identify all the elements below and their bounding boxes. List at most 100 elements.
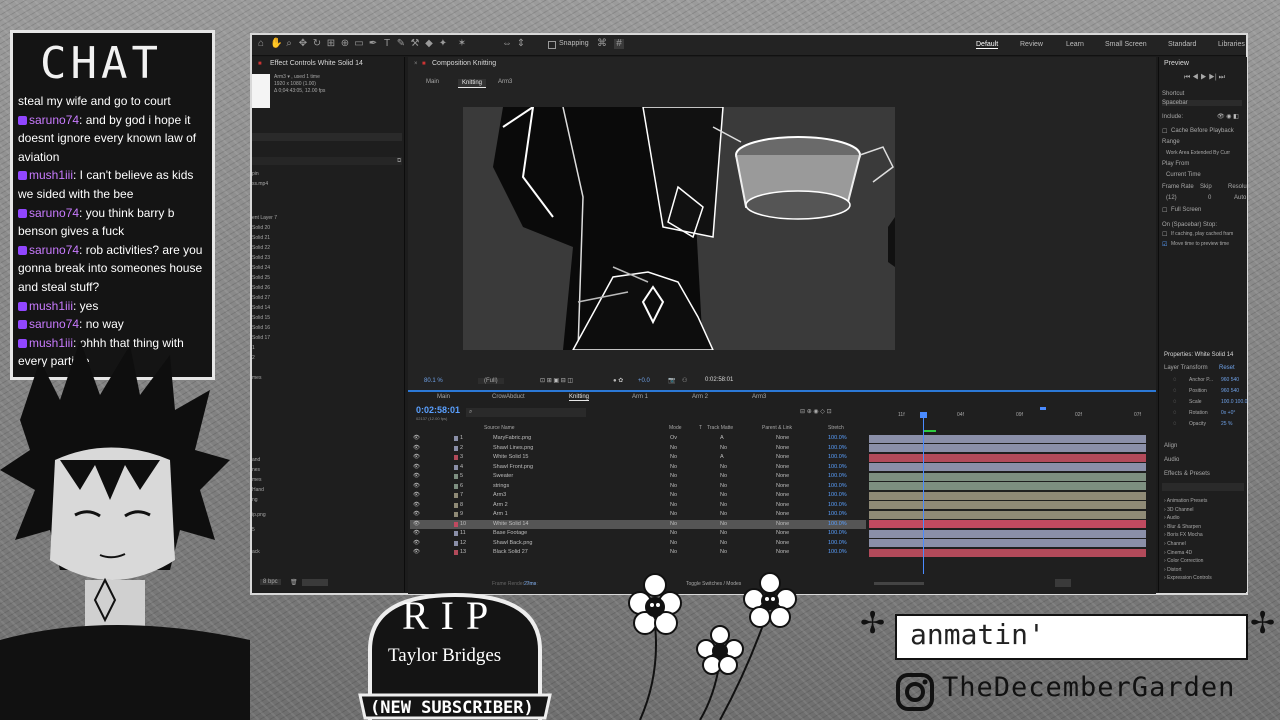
layer-duration-bar[interactable] xyxy=(869,444,1146,452)
project-item[interactable]: ng xyxy=(252,497,258,503)
playhead-handle[interactable] xyxy=(920,412,927,418)
stopwatch-icon[interactable]: ◌ xyxy=(1173,410,1177,416)
track-matte[interactable]: A xyxy=(720,435,724,441)
label-color-swatch[interactable] xyxy=(454,512,458,517)
layer-stretch[interactable]: 100.0% xyxy=(828,445,847,451)
parent-link[interactable]: None xyxy=(776,502,789,508)
layer-mode[interactable]: Ov xyxy=(670,435,677,441)
layer-name[interactable]: Arm 2 xyxy=(493,502,508,508)
workspace-standard[interactable]: Standard xyxy=(1168,41,1196,48)
effects-category[interactable]: › Channel xyxy=(1164,541,1186,547)
project-item[interactable]: ss.mp4 xyxy=(252,181,268,187)
timeline-tab-arm-2[interactable]: Arm 2 xyxy=(692,394,708,400)
project-item[interactable]: pin xyxy=(252,171,259,177)
track-matte[interactable]: No xyxy=(720,511,727,517)
layer-stretch[interactable]: 100.0% xyxy=(828,492,847,498)
pan-behind-tool-icon[interactable]: ⊕ xyxy=(340,39,350,49)
parent-link[interactable]: None xyxy=(776,511,789,517)
chat-username[interactable]: saruno74 xyxy=(29,243,79,257)
parent-link[interactable]: None xyxy=(776,464,789,470)
align-section[interactable]: Align xyxy=(1164,443,1177,449)
layer-name[interactable]: Arm3 xyxy=(493,492,506,498)
camera-tool-icon[interactable]: ⊞ xyxy=(326,39,336,49)
track-matte[interactable]: No xyxy=(720,540,727,546)
audio-section[interactable]: Audio xyxy=(1164,457,1179,463)
workspace-review[interactable]: Review xyxy=(1020,41,1043,48)
layer-mode[interactable]: No xyxy=(670,445,677,451)
project-item[interactable]: Solid 20 xyxy=(252,225,270,231)
label-color-swatch[interactable] xyxy=(454,436,458,441)
effects-category[interactable]: › 3D Channel xyxy=(1164,507,1193,513)
view-options-icon[interactable]: ⊡ ⊞ ▣ ⊟ ◫ xyxy=(540,377,573,384)
project-item[interactable]: 1 xyxy=(252,345,255,351)
timeline-zoom-slider[interactable] xyxy=(874,582,924,585)
composition-viewer[interactable] xyxy=(463,107,895,350)
shortcut-select[interactable]: Spacebar xyxy=(1162,100,1242,106)
comp-tab-arm3[interactable]: Arm3 xyxy=(498,79,512,85)
layer-duration-bar[interactable] xyxy=(869,529,1146,538)
label-color-swatch[interactable] xyxy=(454,493,458,498)
project-item[interactable]: ip.png xyxy=(252,512,266,518)
trash-icon[interactable]: 🗑 xyxy=(290,579,298,586)
workspace-default[interactable]: Default xyxy=(976,41,999,49)
include-toggles[interactable]: 👁 ◉ ◧ xyxy=(1217,113,1239,120)
color-channel-icon[interactable]: ● ✿ xyxy=(613,377,623,384)
visibility-icon[interactable]: 👁 xyxy=(413,521,420,527)
stopwatch-icon[interactable]: ◌ xyxy=(1173,399,1177,405)
project-item[interactable]: 2 xyxy=(252,355,255,361)
layer-mode[interactable]: No xyxy=(670,492,677,498)
workspace-learn[interactable]: Learn xyxy=(1066,41,1084,48)
layer-name[interactable]: Black Solid 27 xyxy=(493,549,528,555)
timeline-tab-crowabduct[interactable]: CrowAbduct xyxy=(492,394,525,400)
track-matte[interactable]: No xyxy=(720,473,727,479)
layer-mode[interactable]: No xyxy=(670,502,677,508)
effects-category[interactable]: › Distort xyxy=(1164,567,1182,573)
timeline-timecode[interactable]: 0:02:58:01 xyxy=(416,405,460,415)
layer-duration-bar[interactable] xyxy=(869,539,1146,547)
zoom-level[interactable]: 80.1 % xyxy=(424,378,443,384)
property-value[interactable]: 960 540 xyxy=(1221,388,1239,394)
project-item[interactable]: nes xyxy=(252,467,260,473)
project-item[interactable]: Hand xyxy=(252,487,264,493)
visibility-icon[interactable]: 👁 xyxy=(413,435,420,441)
layer-name[interactable]: White Solid 14 xyxy=(493,521,528,527)
layer-stretch[interactable]: 100.0% xyxy=(828,454,847,460)
parent-link[interactable]: None xyxy=(776,483,789,489)
close-icon[interactable]: ■ xyxy=(258,61,262,67)
layer-name[interactable]: White Solid 15 xyxy=(493,454,528,460)
label-color-swatch[interactable] xyxy=(454,474,458,479)
label-color-swatch[interactable] xyxy=(454,531,458,536)
project-item[interactable]: Solid 26 xyxy=(252,285,270,291)
layer-row[interactable]: 👁 4 Shawl Front.png No No None 100.0% xyxy=(410,463,866,473)
parent-link[interactable]: None xyxy=(776,435,789,441)
layer-stretch[interactable]: 100.0% xyxy=(828,464,847,470)
layer-row[interactable]: 👁 6 strings No No None 100.0% xyxy=(410,482,866,492)
parent-link[interactable]: None xyxy=(776,492,789,498)
cache-checkbox[interactable]: ☐ xyxy=(1162,128,1167,135)
project-item[interactable]: ent Layer 7 xyxy=(252,215,277,221)
visibility-icon[interactable]: 👁 xyxy=(413,445,420,451)
layer-row[interactable]: 👁 2 Shawl Lines.png No No None 100.0% xyxy=(410,444,866,454)
layer-stretch[interactable]: 100.0% xyxy=(828,521,847,527)
column-header[interactable]: Stretch xyxy=(828,425,844,431)
eraser-tool-icon[interactable]: ◆ xyxy=(424,39,434,49)
exposure-value[interactable]: +0.0 xyxy=(638,378,650,384)
timeline-scrollbar[interactable] xyxy=(1055,579,1071,587)
label-color-swatch[interactable] xyxy=(454,540,458,546)
playhead[interactable] xyxy=(923,414,924,574)
skip-select[interactable]: 0 xyxy=(1208,195,1211,201)
timeline-tab-main[interactable]: Main xyxy=(437,394,450,400)
project-item[interactable]: Solid 27 xyxy=(252,295,270,301)
chat-username[interactable]: saruno74 xyxy=(29,317,79,331)
parent-link[interactable]: None xyxy=(776,549,789,555)
layer-mode[interactable]: No xyxy=(670,540,677,546)
track-matte[interactable]: No xyxy=(720,445,727,451)
project-scrollbar[interactable] xyxy=(302,579,328,586)
snapshot-icon[interactable]: 📷 xyxy=(668,377,675,384)
project-search-input[interactable] xyxy=(252,133,402,141)
stopwatch-icon[interactable]: ◌ xyxy=(1173,377,1177,383)
layer-mode[interactable]: No xyxy=(670,530,677,536)
label-color-swatch[interactable] xyxy=(454,521,458,527)
label-color-swatch[interactable] xyxy=(454,464,458,470)
snap-grid-icon[interactable]: # xyxy=(614,39,624,49)
